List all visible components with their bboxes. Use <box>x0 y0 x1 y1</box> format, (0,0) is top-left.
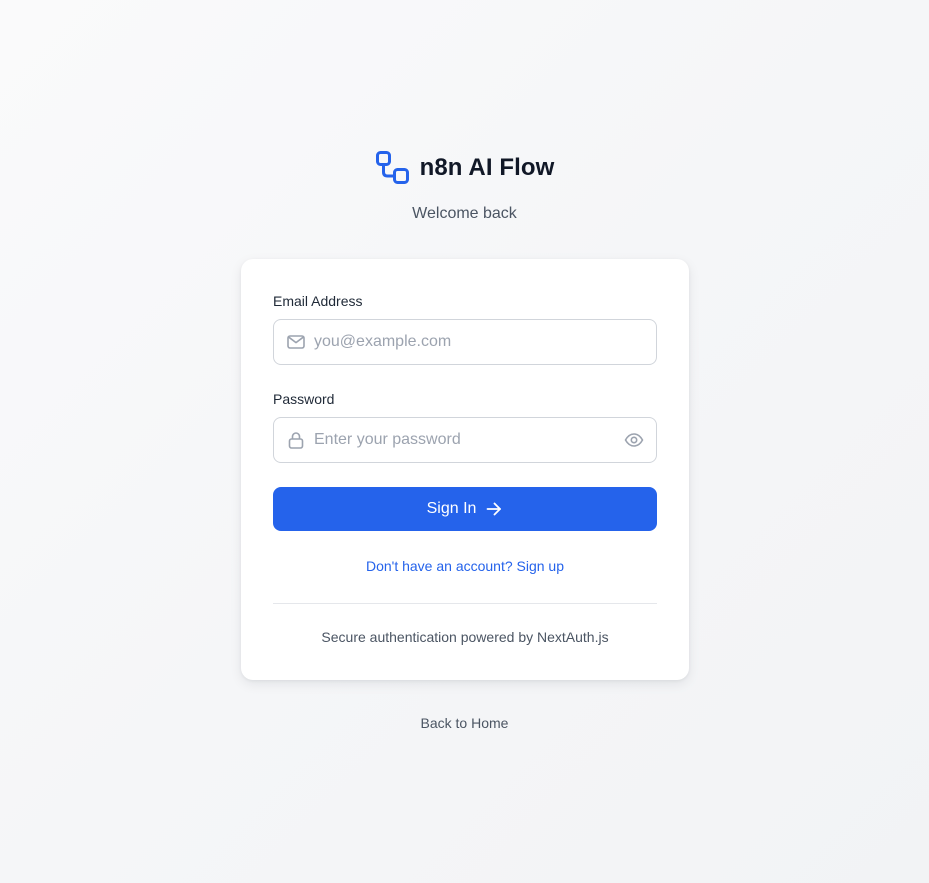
sign-in-button[interactable]: Sign In <box>273 487 657 531</box>
password-label: Password <box>273 391 335 407</box>
arrow-right-icon <box>485 500 503 518</box>
workflow-icon <box>375 150 411 186</box>
eye-icon[interactable] <box>624 430 644 450</box>
email-input[interactable] <box>314 320 656 364</box>
lock-icon <box>286 430 306 450</box>
sign-in-label: Sign In <box>426 500 477 517</box>
mail-icon <box>286 332 306 352</box>
sign-up-link[interactable]: Don't have an account? Sign up <box>241 558 689 574</box>
back-to-home-link[interactable]: Back to Home <box>0 715 929 731</box>
divider <box>273 603 657 604</box>
email-label: Email Address <box>273 293 363 309</box>
login-card: Email Address Password Sign In <box>241 259 689 680</box>
welcome-subtitle: Welcome back <box>412 205 517 222</box>
brand-header: n8n AI Flow <box>0 150 929 186</box>
password-input[interactable] <box>314 418 624 462</box>
password-field[interactable] <box>273 417 657 463</box>
app-title: n8n AI Flow <box>419 154 555 181</box>
email-field[interactable] <box>273 319 657 365</box>
auth-footer-note: Secure authentication powered by NextAut… <box>321 629 609 645</box>
